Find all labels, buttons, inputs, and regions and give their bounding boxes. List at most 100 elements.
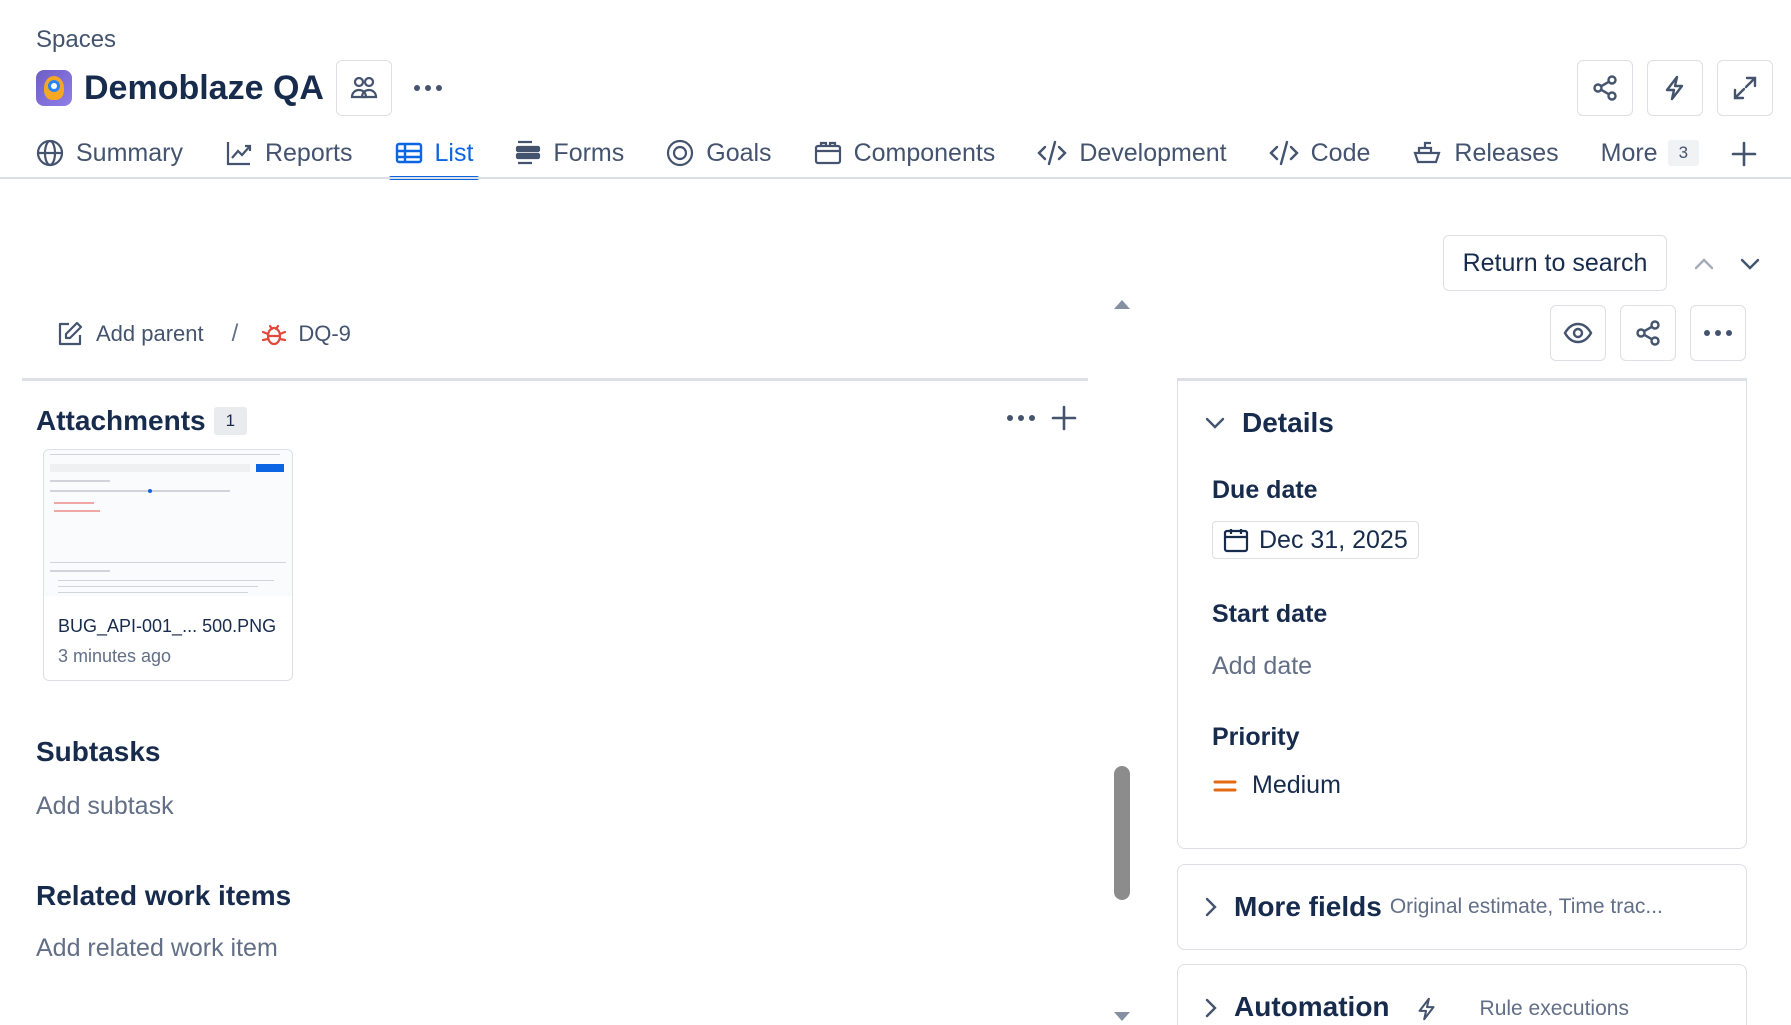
left-pane-divider — [22, 378, 1088, 381]
tab-more[interactable]: More 3 — [1600, 128, 1700, 178]
issue-key-link[interactable]: DQ-9 — [260, 320, 351, 348]
project-title: Demoblaze QA — [84, 68, 324, 107]
components-icon — [814, 139, 854, 167]
breadcrumb-spaces[interactable]: Spaces — [36, 26, 116, 54]
tab-releases[interactable]: Releases — [1412, 128, 1559, 178]
breadcrumb-separator: / — [231, 320, 239, 347]
tab-label: Code — [1310, 138, 1371, 167]
lightning-icon — [1661, 74, 1689, 102]
ship-icon — [1412, 139, 1454, 167]
add-tab-button[interactable] — [1726, 136, 1762, 172]
expand-icon — [1731, 74, 1759, 102]
issue-actions — [1550, 305, 1746, 361]
start-date-field[interactable]: Add date — [1212, 652, 1312, 681]
priority-field[interactable]: Medium — [1212, 771, 1341, 800]
tab-forms[interactable]: Forms — [515, 128, 624, 178]
attachment-filename: BUG_API-001_... 500.PNG — [58, 616, 277, 636]
watch-button[interactable] — [1550, 305, 1606, 361]
due-date-label: Due date — [1212, 476, 1318, 504]
tab-label: List — [434, 138, 474, 167]
scroll-up-arrow[interactable] — [1114, 300, 1130, 309]
issue-breadcrumb: Add parent / DQ-9 — [56, 314, 351, 354]
attachment-card[interactable]: BUG_API-001_... 500.PNG 3 minutes ago — [43, 449, 293, 681]
issue-key: DQ-9 — [298, 321, 351, 346]
more-horizontal-icon — [413, 84, 443, 92]
automation-section[interactable]: Automation Rule executions — [1177, 964, 1747, 1025]
priority-label: Priority — [1212, 723, 1300, 751]
project-more-button[interactable] — [404, 64, 452, 112]
details-panel: Details Due date Dec 31, 2025 Start date… — [1177, 378, 1747, 849]
issue-more-button[interactable] — [1690, 305, 1746, 361]
details-title: Details — [1242, 407, 1334, 438]
project-avatar-icon[interactable] — [36, 70, 72, 106]
globe-icon — [36, 139, 76, 167]
chevron-up-icon — [1693, 257, 1715, 271]
attachments-more-button[interactable] — [1006, 414, 1036, 422]
start-date-label: Start date — [1212, 600, 1328, 628]
tab-label: Summary — [76, 138, 183, 167]
add-parent-button[interactable]: Add parent — [56, 320, 204, 348]
add-subtask-button[interactable]: Add subtask — [36, 792, 174, 821]
chevron-right-icon — [1204, 997, 1218, 1019]
more-fields-title: More fields — [1234, 891, 1382, 922]
tab-label: More — [1600, 138, 1658, 167]
tab-list[interactable]: List — [388, 128, 480, 180]
attachments-heading: Attachments 1 — [36, 405, 248, 437]
calendar-icon — [1223, 527, 1249, 553]
tab-label: Forms — [553, 138, 625, 167]
chevron-down-icon — [1739, 257, 1761, 271]
details-toggle[interactable]: Details — [1204, 407, 1334, 439]
tab-label: Reports — [264, 138, 353, 167]
subtasks-heading: Subtasks — [36, 736, 161, 767]
share-button[interactable] — [1577, 60, 1633, 116]
chart-line-icon — [225, 139, 265, 167]
next-item-button[interactable] — [1732, 248, 1768, 280]
tab-label: Components — [853, 138, 996, 167]
automation-subtitle: Rule executions — [1479, 997, 1629, 1020]
scrollbar-thumb[interactable] — [1114, 766, 1130, 900]
add-related-item-button[interactable]: Add related work item — [36, 934, 278, 963]
tab-summary[interactable]: Summary — [36, 128, 183, 178]
previous-item-button[interactable] — [1686, 248, 1722, 280]
priority-medium-icon — [1212, 777, 1238, 795]
attachment-timestamp: 3 minutes ago — [58, 646, 172, 666]
share-icon — [1634, 319, 1662, 347]
header-actions — [1577, 60, 1773, 116]
share-icon — [1591, 74, 1619, 102]
table-icon — [395, 139, 435, 167]
add-parent-label: Add parent — [96, 321, 204, 346]
tab-components[interactable]: Components — [814, 128, 996, 178]
return-to-search-button[interactable]: Return to search — [1443, 235, 1667, 291]
tab-code[interactable]: Code — [1268, 128, 1371, 178]
edit-icon — [56, 320, 84, 348]
fullscreen-button[interactable] — [1717, 60, 1773, 116]
tabs-divider — [0, 177, 1791, 179]
plus-icon — [1730, 140, 1758, 168]
project-header: Demoblaze QA — [36, 60, 452, 116]
attachments-count-badge: 1 — [213, 407, 248, 435]
tab-development[interactable]: Development — [1037, 128, 1227, 178]
chevron-right-icon — [1204, 896, 1218, 918]
more-fields-section[interactable]: More fields Original estimate, Time trac… — [1177, 864, 1747, 950]
tab-reports[interactable]: Reports — [225, 128, 353, 178]
attachment-thumbnail[interactable] — [44, 450, 292, 596]
more-horizontal-icon — [1703, 329, 1733, 337]
target-icon — [666, 139, 706, 167]
automation-button[interactable] — [1647, 60, 1703, 116]
tab-label: Goals — [706, 138, 772, 167]
tab-label: Development — [1079, 138, 1227, 167]
due-date-value: Dec 31, 2025 — [1259, 525, 1408, 554]
tab-goals[interactable]: Goals — [666, 128, 772, 178]
attachments-title: Attachments — [36, 405, 206, 436]
priority-value: Medium — [1252, 771, 1341, 799]
add-attachment-button[interactable] — [1050, 404, 1078, 432]
scroll-down-arrow[interactable] — [1114, 1012, 1130, 1021]
attachments-actions — [1006, 404, 1078, 432]
share-issue-button[interactable] — [1620, 305, 1676, 361]
team-button[interactable] — [335, 60, 392, 116]
tab-label: Releases — [1454, 138, 1559, 167]
due-date-field[interactable]: Dec 31, 2025 — [1212, 521, 1419, 559]
eye-icon — [1563, 322, 1593, 344]
code-icon — [1037, 139, 1079, 167]
related-items-heading: Related work items — [36, 880, 292, 911]
